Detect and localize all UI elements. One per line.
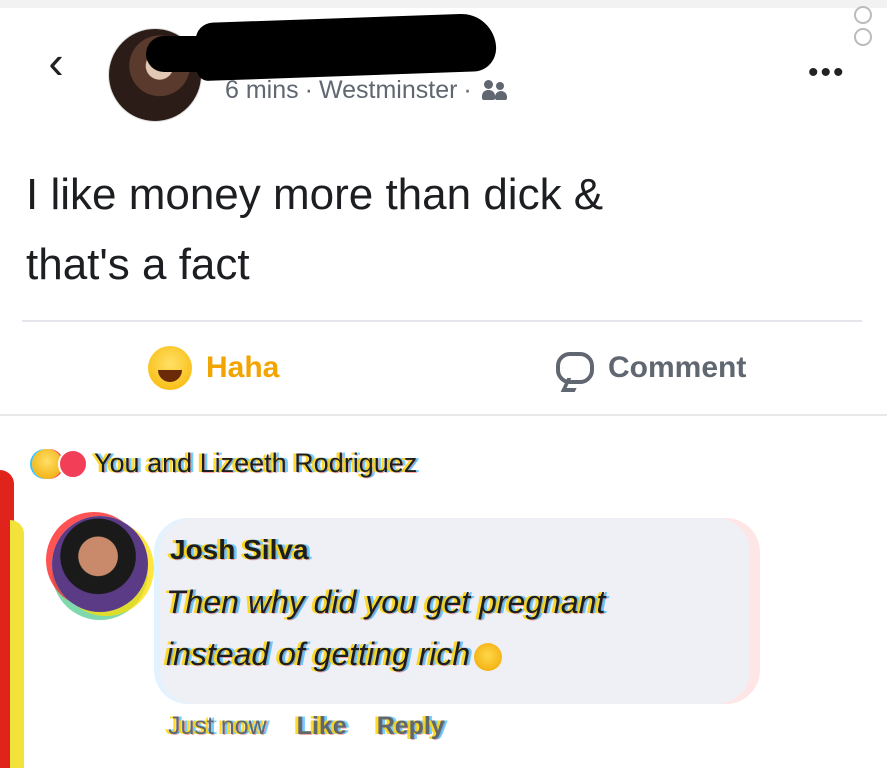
comment-time: Just now [168, 712, 267, 740]
back-button[interactable]: ‹ [36, 36, 76, 88]
reactions-summary[interactable]: You and Lizeeth Rodriguez [32, 448, 417, 479]
overflow-menu-icon[interactable] [854, 6, 874, 46]
separator: · [304, 76, 313, 104]
post-time: 6 mins [225, 76, 299, 104]
comment-text-fragment: instead of getting rich [166, 636, 471, 672]
post-text-line: I like money more than dick & [26, 170, 604, 219]
reactions-text: You and Lizeeth Rodriguez [94, 448, 418, 478]
glitch-stripe-yellow [10, 520, 24, 768]
post-header: ‹ 6 mins · Westminster · ••• [0, 0, 887, 130]
reaction-label: Haha [206, 351, 280, 384]
redaction-mark [195, 12, 497, 82]
post-body: I like money more than dick & that's a f… [26, 160, 856, 300]
comment-icon [556, 352, 594, 384]
more-options-button[interactable]: ••• [808, 56, 846, 90]
post-screen: ‹ 6 mins · Westminster · ••• I like mone… [0, 0, 887, 768]
friends-icon [481, 79, 508, 102]
comment-text: Then why did you get pregnant instead of… [166, 576, 746, 680]
post-text-line: that's a fact [26, 240, 250, 289]
comment-author[interactable]: Josh Silva [170, 534, 309, 566]
divider [0, 414, 887, 416]
separator: · [463, 76, 472, 104]
comment-label: Comment [608, 351, 747, 384]
comment-text-line: Then why did you get pregnant [166, 584, 606, 620]
haha-reaction-button[interactable]: Haha [148, 342, 279, 394]
comment-button[interactable]: Comment [556, 342, 746, 394]
commenter-avatar[interactable] [52, 516, 148, 612]
comment-reply-button[interactable]: Reply [377, 712, 445, 741]
divider [22, 320, 862, 322]
haha-emoji-icon [148, 346, 192, 390]
comment-like-button[interactable]: Like [297, 712, 347, 741]
post-meta: 6 mins · Westminster · [225, 76, 508, 105]
chevron-left-icon: ‹ [48, 36, 64, 88]
love-reaction-icon [58, 448, 88, 479]
heart-eyes-emoji-icon [474, 642, 503, 671]
comment-actions: Just now Like Reply [168, 712, 445, 741]
comment-text-line: instead of getting rich [166, 628, 746, 680]
post-location[interactable]: Westminster [319, 76, 457, 105]
